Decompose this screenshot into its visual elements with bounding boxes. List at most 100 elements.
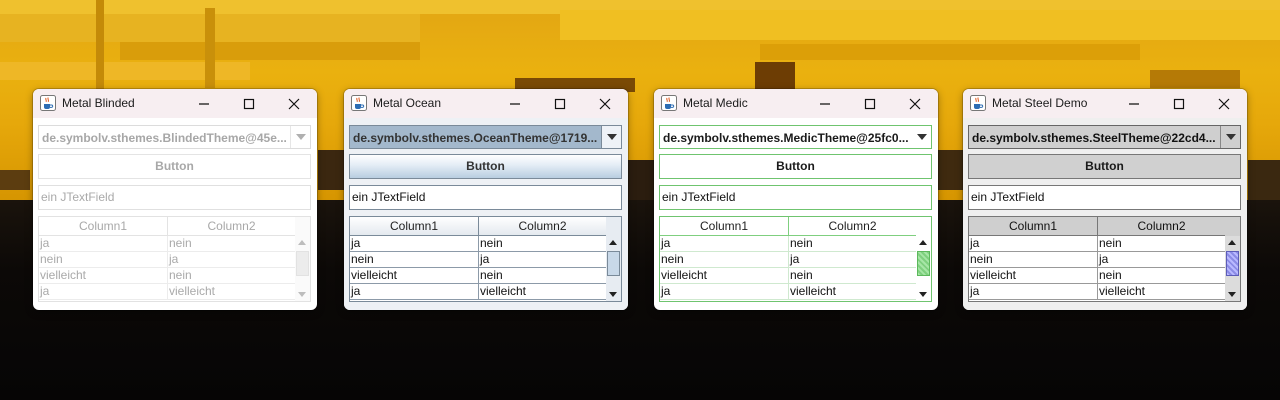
- theme-combobox[interactable]: de.symbolv.sthemes.SteelTheme@22cd4...: [968, 125, 1241, 149]
- minimize-icon[interactable]: [193, 93, 215, 115]
- table-row[interactable]: ja nein: [969, 236, 1226, 252]
- table-cell[interactable]: ja: [168, 252, 296, 268]
- table-row[interactable]: vielleicht nein: [350, 268, 607, 284]
- combobox-dropdown-button[interactable]: [1220, 126, 1240, 148]
- title-bar[interactable]: Metal Medic: [654, 89, 938, 118]
- table-row[interactable]: ja nein: [39, 236, 296, 252]
- table-row[interactable]: ja nein: [660, 236, 917, 252]
- close-icon[interactable]: [594, 93, 616, 115]
- title-bar[interactable]: Metal Ocean: [344, 89, 628, 118]
- minimize-icon[interactable]: [504, 93, 526, 115]
- table-cell[interactable]: nein: [789, 236, 917, 252]
- vertical-scrollbar[interactable]: [1225, 236, 1240, 301]
- table-cell[interactable]: nein: [39, 252, 168, 268]
- scroll-down-button[interactable]: [916, 287, 931, 301]
- scroll-down-button[interactable]: [606, 287, 621, 301]
- minimize-icon[interactable]: [814, 93, 836, 115]
- demo-button[interactable]: Button: [38, 154, 311, 179]
- table-cell[interactable]: nein: [479, 236, 607, 252]
- close-icon[interactable]: [904, 93, 926, 115]
- title-bar[interactable]: Metal Steel Demo: [963, 89, 1247, 118]
- demo-button[interactable]: Button: [968, 154, 1241, 179]
- theme-combobox[interactable]: de.symbolv.sthemes.OceanTheme@1719...: [349, 125, 622, 149]
- table-cell[interactable]: ja: [350, 284, 479, 300]
- table-cell[interactable]: ja: [969, 236, 1098, 252]
- scrollbar-thumb[interactable]: [607, 251, 620, 276]
- scrollbar-thumb[interactable]: [296, 251, 309, 276]
- table-cell[interactable]: vielleicht: [168, 284, 296, 300]
- table-cell[interactable]: vielleicht: [1098, 284, 1226, 300]
- scroll-down-button[interactable]: [1225, 287, 1240, 301]
- table-cell[interactable]: nein: [789, 268, 917, 284]
- table-cell[interactable]: ja: [1098, 252, 1226, 268]
- minimize-icon[interactable]: [1123, 93, 1145, 115]
- vertical-scrollbar[interactable]: [916, 236, 931, 301]
- maximize-icon[interactable]: [1168, 93, 1190, 115]
- table-row[interactable]: nein ja: [660, 252, 917, 268]
- demo-button[interactable]: Button: [349, 154, 622, 179]
- maximize-icon[interactable]: [238, 93, 260, 115]
- table-cell[interactable]: nein: [350, 252, 479, 268]
- column-header-1[interactable]: Column1: [350, 217, 479, 236]
- table-row[interactable]: vielleicht nein: [969, 268, 1226, 284]
- table-cell[interactable]: nein: [1098, 236, 1226, 252]
- demo-textfield[interactable]: ein JTextField: [968, 185, 1241, 210]
- demo-textfield[interactable]: ein JTextField: [38, 185, 311, 210]
- table-row[interactable]: nein ja: [39, 252, 296, 268]
- table-cell[interactable]: nein: [168, 268, 296, 284]
- combobox-dropdown-button[interactable]: [601, 126, 621, 148]
- column-header-2[interactable]: Column2: [789, 217, 917, 236]
- table-row[interactable]: vielleicht nein: [39, 268, 296, 284]
- vertical-scrollbar[interactable]: [606, 236, 621, 301]
- table-row[interactable]: ja vielleicht: [350, 284, 607, 300]
- theme-combobox[interactable]: de.symbolv.sthemes.MedicTheme@25fc0...: [659, 125, 932, 149]
- table-row[interactable]: ja nein: [350, 236, 607, 252]
- scroll-down-button[interactable]: [295, 287, 310, 301]
- table-cell[interactable]: vielleicht: [479, 284, 607, 300]
- scroll-up-button[interactable]: [916, 236, 931, 250]
- title-bar[interactable]: Metal Blinded: [33, 89, 317, 118]
- table-cell[interactable]: ja: [660, 284, 789, 300]
- table-cell[interactable]: vielleicht: [969, 268, 1098, 284]
- table-cell[interactable]: nein: [969, 252, 1098, 268]
- column-header-2[interactable]: Column2: [1098, 217, 1226, 236]
- table-cell[interactable]: nein: [660, 252, 789, 268]
- column-header-1[interactable]: Column1: [969, 217, 1098, 236]
- close-icon[interactable]: [1213, 93, 1235, 115]
- table-cell[interactable]: ja: [479, 252, 607, 268]
- table-row[interactable]: nein ja: [969, 252, 1226, 268]
- scroll-up-button[interactable]: [606, 236, 621, 250]
- demo-button[interactable]: Button: [659, 154, 932, 179]
- table-cell[interactable]: ja: [39, 236, 168, 252]
- combobox-dropdown-button[interactable]: [290, 126, 310, 148]
- table-cell[interactable]: ja: [789, 252, 917, 268]
- column-header-2[interactable]: Column2: [168, 217, 296, 236]
- maximize-icon[interactable]: [859, 93, 881, 115]
- scroll-up-button[interactable]: [295, 236, 310, 250]
- table-row[interactable]: nein ja: [350, 252, 607, 268]
- theme-combobox[interactable]: de.symbolv.sthemes.BlindedTheme@45e...: [38, 125, 311, 149]
- table-cell[interactable]: vielleicht: [350, 268, 479, 284]
- table-cell[interactable]: vielleicht: [789, 284, 917, 300]
- table-cell[interactable]: nein: [479, 268, 607, 284]
- table-cell[interactable]: ja: [660, 236, 789, 252]
- column-header-1[interactable]: Column1: [39, 217, 168, 236]
- table-row[interactable]: ja vielleicht: [969, 284, 1226, 300]
- table-cell[interactable]: ja: [350, 236, 479, 252]
- column-header-1[interactable]: Column1: [660, 217, 789, 236]
- maximize-icon[interactable]: [549, 93, 571, 115]
- demo-textfield[interactable]: ein JTextField: [659, 185, 932, 210]
- column-header-2[interactable]: Column2: [479, 217, 607, 236]
- demo-textfield[interactable]: ein JTextField: [349, 185, 622, 210]
- table-row[interactable]: vielleicht nein: [660, 268, 917, 284]
- vertical-scrollbar[interactable]: [295, 236, 310, 301]
- table-cell[interactable]: ja: [969, 284, 1098, 300]
- table-cell[interactable]: nein: [168, 236, 296, 252]
- scroll-up-button[interactable]: [1225, 236, 1240, 250]
- table-cell[interactable]: nein: [1098, 268, 1226, 284]
- scrollbar-thumb[interactable]: [917, 251, 930, 276]
- close-icon[interactable]: [283, 93, 305, 115]
- table-cell[interactable]: vielleicht: [39, 268, 168, 284]
- table-row[interactable]: ja vielleicht: [660, 284, 917, 300]
- table-cell[interactable]: vielleicht: [660, 268, 789, 284]
